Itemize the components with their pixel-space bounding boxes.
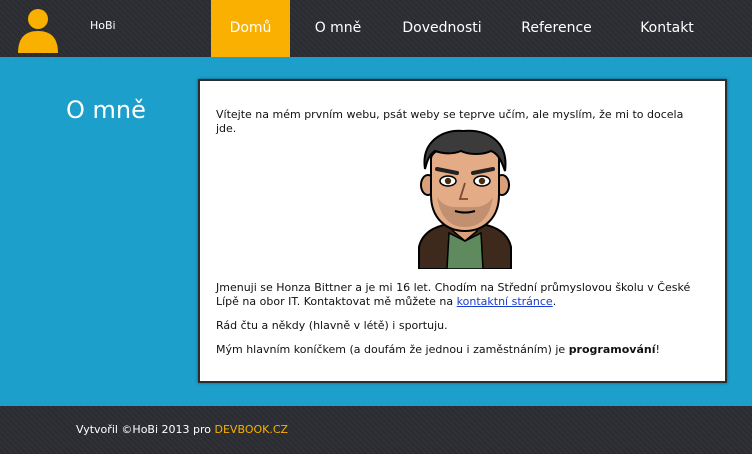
brand-name[interactable]: HoBi [90, 19, 116, 32]
footer-credit: Vytvořil ©HoBi 2013 pro DEVBOOK.CZ [76, 423, 289, 436]
nav-item-reference[interactable]: Reference [498, 0, 615, 57]
main-nav: Domů O mně Dovednosti Reference Kontakt [211, 0, 719, 57]
content-box: Vítejte na mém prvním webu, psát weby se… [198, 79, 727, 383]
contact-page-link[interactable]: kontaktní stránce [457, 295, 553, 308]
devbook-link[interactable]: DEVBOOK.CZ [215, 423, 289, 436]
portrait-avatar-image [418, 129, 512, 269]
nav-item-o-mne[interactable]: O mně [290, 0, 386, 57]
programming-paragraph: Mým hlavním koníčkem (a doufám že jednou… [216, 343, 660, 356]
nav-item-dovednosti[interactable]: Dovednosti [386, 0, 498, 57]
hobby-paragraph: Rád čtu a někdy (hlavně v létě) i sportu… [216, 319, 448, 332]
nav-item-kontakt[interactable]: Kontakt [615, 0, 719, 57]
footer: Vytvořil ©HoBi 2013 pro DEVBOOK.CZ [0, 406, 752, 454]
programming-bold: programování [568, 343, 656, 356]
header: HoBi Domů O mně Dovednosti Reference Kon… [0, 0, 752, 57]
user-avatar-icon[interactable] [14, 5, 62, 53]
nav-item-domu[interactable]: Domů [211, 0, 290, 57]
page-title: O mně [66, 96, 146, 124]
about-paragraph: Jmenuji se Honza Bittner a je mi 16 let.… [216, 281, 691, 308]
